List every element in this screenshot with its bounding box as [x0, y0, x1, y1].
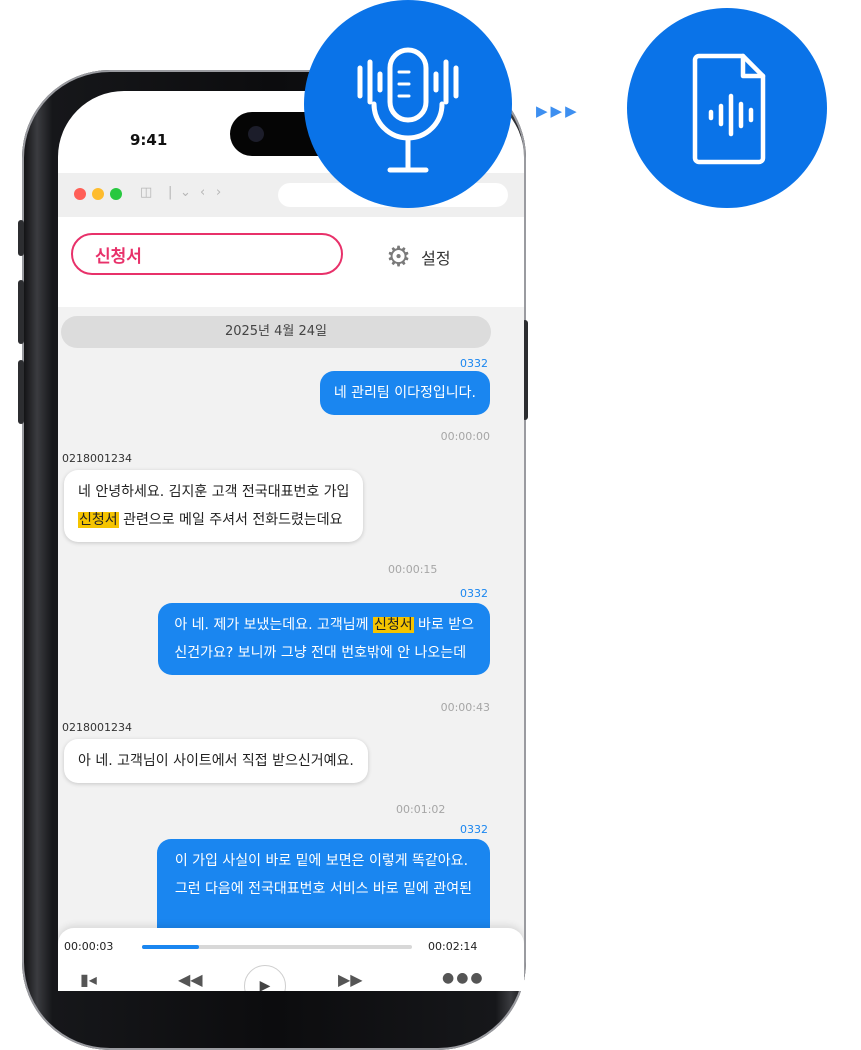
- settings-button[interactable]: ⚙ 설정: [386, 243, 451, 271]
- message-timestamp: 00:00:00: [440, 430, 490, 443]
- volume-up-button: [18, 280, 24, 344]
- message-text: 네 관리팀 이다정입니다.: [333, 385, 476, 401]
- message-text: 그런 다음에 전국대표번호 서비스 바로 밑에 관여된: [174, 881, 472, 897]
- sender-label: 0218001234: [62, 452, 132, 465]
- sender-label: 0332: [460, 587, 488, 600]
- message-text: 이 가입 사실이 바로 밑에 보면은 이렇게 똑같아요.: [174, 853, 469, 869]
- progress-track[interactable]: [142, 945, 412, 949]
- sidebar-icon[interactable]: ◫: [140, 185, 152, 200]
- sender-label: 0218001234: [62, 721, 132, 734]
- progress-fill: [142, 945, 199, 949]
- back-icon[interactable]: ‹: [200, 185, 205, 200]
- gear-icon: ⚙: [386, 240, 412, 273]
- date-divider: 2025년 4월 24일: [61, 316, 491, 348]
- message-line: 네 안녕하세요. 김지훈 고객 전국대표번호 가입: [78, 478, 349, 506]
- message-line: 신청서 관련으로 메일 주셔서 전화드렸는데요: [78, 506, 349, 534]
- message-bubble[interactable]: 아 네. 고객님이 사이트에서 직접 받으신거예요.: [64, 739, 368, 783]
- forward-icon[interactable]: ›: [216, 185, 221, 200]
- message-text: 관련으로 메일 주셔서 전화드렸는데요: [118, 512, 343, 528]
- sender-label: 0332: [460, 823, 488, 836]
- audio-file-badge: [627, 8, 827, 208]
- message-text: 바로 받으: [413, 617, 474, 633]
- message-bubble[interactable]: 아 네. 제가 보냈는데요. 고객님께 신청서 바로 받으 신건가요? 보니까 …: [158, 603, 490, 675]
- message-text: 아 네. 제가 보냈는데요. 고객님께: [174, 617, 373, 633]
- play-icon: ▶: [259, 978, 271, 991]
- rewind-icon[interactable]: ◀◀: [178, 970, 203, 989]
- sender-label: 0332: [460, 357, 488, 370]
- message-line: 그런 다음에 전국대표번호 서비스 바로 밑에 관여된: [175, 875, 472, 903]
- phone-screen: 9:41 ◫ | ⌄ ‹ › 신청서 ⚙ 설정 2025년 4월 24일 033…: [58, 91, 524, 991]
- message-line: 이 가입 사실이 바로 밑에 보면은 이렇게 똑같아요.: [175, 847, 472, 875]
- speaker-icon[interactable]: ▮◂: [80, 970, 97, 989]
- volume-down-button: [18, 360, 24, 424]
- more-icon[interactable]: ●●●: [442, 970, 485, 986]
- settings-label: 설정: [421, 249, 451, 268]
- message-timestamp: 00:00:15: [388, 563, 438, 576]
- window-close-button[interactable]: [74, 188, 86, 200]
- chat-area[interactable]: 2025년 4월 24일 0332 네 관리팀 이다정입니다. 00:00:00…: [58, 307, 524, 991]
- message-timestamp: 00:01:02: [396, 803, 446, 816]
- search-value: 신청서: [95, 246, 142, 267]
- app-header: 신청서 ⚙ 설정: [58, 217, 524, 308]
- side-button: [18, 220, 24, 256]
- arrow-right-icon: ▶: [536, 102, 548, 120]
- microphone-badge: [304, 0, 512, 208]
- status-time: 9:41: [130, 131, 168, 149]
- play-button[interactable]: ▶: [244, 965, 286, 991]
- message-bubble[interactable]: 네 안녕하세요. 김지훈 고객 전국대표번호 가입 신청서 관련으로 메일 주셔…: [64, 470, 364, 542]
- microphone-icon: [357, 47, 459, 173]
- message-bubble[interactable]: 네 관리팀 이다정입니다.: [319, 371, 490, 415]
- window-zoom-button[interactable]: [110, 188, 122, 200]
- divider-icon: |: [168, 185, 173, 200]
- message-text: 신건가요? 보니까 그냥 전대 번호밖에 안 나오는데: [174, 645, 467, 661]
- camera-icon: [248, 126, 264, 142]
- chevron-down-icon[interactable]: ⌄: [180, 185, 191, 200]
- audio-player: 00:00:03 00:02:14 ▮◂ ◀◀ ▶ ▶▶ ●●●: [58, 928, 524, 991]
- message-text: 네 안녕하세요. 김지훈 고객 전국대표번호 가입: [78, 484, 350, 500]
- message-timestamp: 00:00:43: [440, 701, 490, 714]
- message-text: 아 네. 고객님이 사이트에서 직접 받으신거예요.: [78, 753, 354, 769]
- arrow-right-icon: ▶: [565, 102, 577, 120]
- message-line: 신건가요? 보니까 그냥 전대 번호밖에 안 나오는데: [174, 639, 474, 667]
- search-input[interactable]: 신청서: [71, 233, 343, 275]
- current-time: 00:00:03: [64, 940, 114, 953]
- fast-forward-icon[interactable]: ▶▶: [338, 970, 363, 989]
- total-time: 00:02:14: [428, 940, 478, 953]
- window-minimize-button[interactable]: [92, 188, 104, 200]
- flow-arrows: ▶ ▶ ▶: [536, 104, 577, 119]
- keyword-highlight: 신청서: [78, 512, 119, 528]
- arrow-right-icon: ▶: [550, 102, 563, 120]
- keyword-highlight: 신청서: [372, 617, 414, 633]
- message-line: 아 네. 제가 보냈는데요. 고객님께 신청서 바로 받으: [174, 611, 474, 639]
- audio-file-icon: [692, 53, 766, 165]
